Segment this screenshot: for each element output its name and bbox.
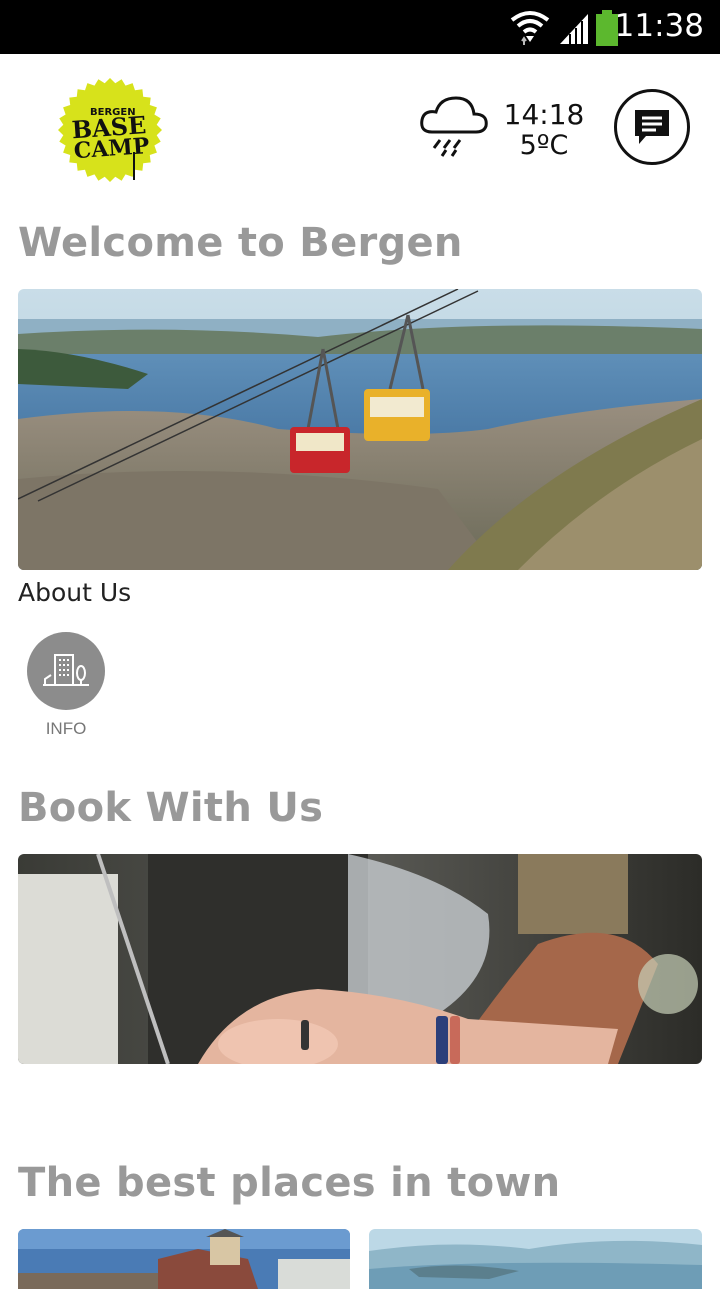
weather-temperature: 5ºC [519,130,569,161]
bergen-cable-car-photo[interactable] [18,289,702,570]
welcome-title: Welcome to Bergen [18,220,463,266]
info-button[interactable] [27,632,105,710]
logo-line3: CAMP [73,133,150,164]
wifi-icon [510,11,550,45]
weather-time: 14:18 [503,98,585,131]
chat-icon [635,110,669,144]
signal-icon [560,14,588,44]
chat-button[interactable] [614,89,690,165]
town-houses-photo[interactable] [18,1229,350,1289]
book-title: Book With Us [18,785,324,831]
info-label: INFO [45,719,87,738]
building-icon [43,654,89,686]
rain-cloud-icon [420,96,488,157]
status-time: 11:38 [614,8,704,44]
laptop-typing-photo[interactable] [18,854,702,1064]
fjord-photo[interactable] [369,1229,702,1289]
status-bar: 11:38 [0,0,720,54]
places-title: The best places in town [18,1160,561,1206]
bergen-base-camp-logo[interactable]: BERGEN BASE CAMP [56,76,164,184]
about-us-link[interactable]: About Us [18,578,131,607]
